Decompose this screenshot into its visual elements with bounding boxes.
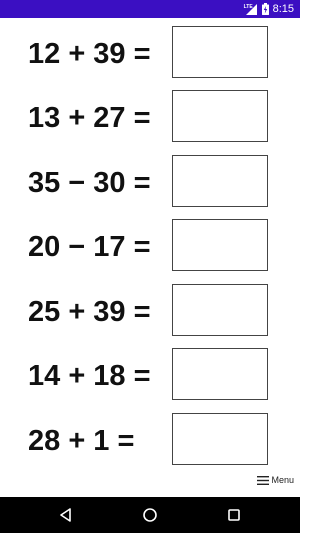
hamburger-menu-icon bbox=[257, 475, 270, 485]
navigation-bar bbox=[0, 497, 300, 533]
problem-row: 35 − 30 = bbox=[0, 155, 300, 209]
answer-input[interactable] bbox=[172, 284, 268, 336]
problem-row: 12 + 39 = bbox=[0, 26, 300, 80]
equation-label: 35 − 30 = bbox=[28, 167, 151, 199]
home-circle-icon[interactable] bbox=[142, 507, 158, 523]
equation-label: 12 + 39 = bbox=[28, 38, 151, 70]
status-time: 8:15 bbox=[272, 3, 294, 15]
problem-row: 13 + 27 = bbox=[0, 90, 300, 144]
answer-input[interactable] bbox=[172, 90, 268, 142]
equation-label: 13 + 27 = bbox=[28, 102, 151, 134]
status-bar: LTE 8:15 bbox=[0, 0, 300, 18]
answer-input[interactable] bbox=[172, 26, 268, 78]
back-triangle-icon[interactable] bbox=[58, 507, 74, 523]
battery-charging-icon bbox=[261, 3, 269, 15]
problem-row: 20 − 17 = bbox=[0, 219, 300, 273]
answer-input[interactable] bbox=[172, 348, 268, 400]
equation-label: 20 − 17 = bbox=[28, 231, 151, 263]
recents-square-icon[interactable] bbox=[226, 507, 242, 523]
equation-label: 14 + 18 = bbox=[28, 360, 151, 392]
problem-row: 25 + 39 = bbox=[0, 284, 300, 338]
menu-label: Menu bbox=[271, 475, 294, 485]
equation-label: 28 + 1 = bbox=[28, 425, 135, 457]
answer-input[interactable] bbox=[172, 413, 268, 465]
answer-input[interactable] bbox=[172, 155, 268, 207]
problem-row: 14 + 18 = bbox=[0, 348, 300, 402]
worksheet: 12 + 39 = 13 + 27 = 35 − 30 = 20 − 17 = … bbox=[0, 18, 300, 497]
menu-button[interactable]: Menu bbox=[257, 475, 294, 485]
lte-signal-icon: LTE bbox=[244, 3, 258, 15]
problem-row: 28 + 1 = bbox=[0, 413, 300, 467]
answer-input[interactable] bbox=[172, 219, 268, 271]
equation-label: 25 + 39 = bbox=[28, 296, 151, 328]
status-icons: LTE 8:15 bbox=[244, 2, 294, 16]
